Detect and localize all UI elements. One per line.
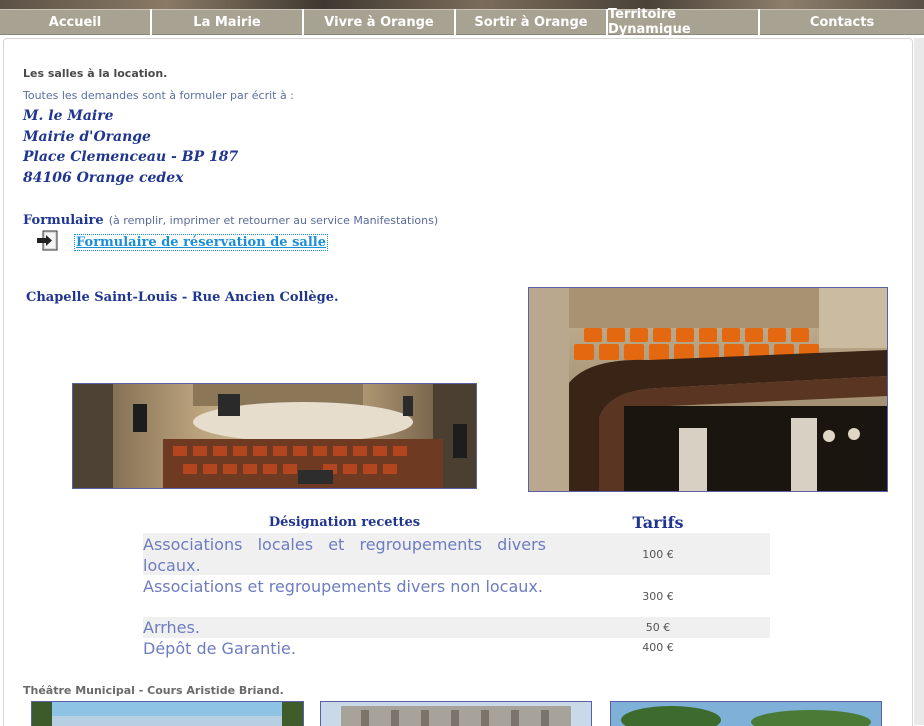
page-edge-shadow xyxy=(914,38,924,725)
intro-heading: Les salles à la location. xyxy=(23,67,168,80)
intro-subheading: Toutes les demandes sont à formuler par … xyxy=(23,89,294,102)
nav-item-territoire-dynamique[interactable]: Territoire Dynamique xyxy=(608,7,758,37)
theatre-photo-3 xyxy=(610,701,882,726)
chapelle-stage-photo xyxy=(72,383,477,489)
nav-item-vivre-a-orange[interactable]: Vivre à Orange xyxy=(304,9,454,35)
nav-item-la-mairie[interactable]: La Mairie xyxy=(152,9,302,35)
mayor-address: M. le Maire Mairie d'Orange Place Clemen… xyxy=(23,106,238,188)
address-line-2: Mairie d'Orange xyxy=(23,128,151,145)
address-line-3: Place Clemenceau - BP 187 xyxy=(23,149,239,165)
nav-item-contacts[interactable]: Contacts xyxy=(760,9,924,35)
nav-item-accueil[interactable]: Accueil xyxy=(0,9,150,35)
address-line-4: 84106 Orange cedex xyxy=(23,169,184,186)
form-title: Formulaire xyxy=(23,213,104,228)
form-section-heading: Formulaire (à remplir, imprimer et retou… xyxy=(23,209,438,228)
theatre-photo-1 xyxy=(31,701,304,726)
chapelle-balcony-photo xyxy=(528,287,888,492)
form-note: (à remplir, imprimer et retourner au ser… xyxy=(108,214,439,227)
table-row: Associations et regroupements divers non… xyxy=(143,575,770,617)
table-header-tarifs: Tarifs xyxy=(632,513,684,532)
address-line-1: M. le Maire xyxy=(23,108,114,124)
nav-item-sortir-a-orange[interactable]: Sortir à Orange xyxy=(456,9,606,35)
theatre-title: Théâtre Municipal - Cours Aristide Brian… xyxy=(23,684,284,697)
reservation-form-link[interactable]: Formulaire de réservation de salle xyxy=(74,234,328,251)
table-header-designation: Désignation recettes xyxy=(268,515,421,530)
theatre-photo-2 xyxy=(320,701,592,726)
designation-cell: Arrhes. xyxy=(143,618,200,637)
price-cell: 50 € xyxy=(645,621,671,634)
price-cell: 100 € xyxy=(642,548,674,561)
price-cell: 300 € xyxy=(642,590,674,603)
price-cell: 400 € xyxy=(642,641,674,654)
header-banner-strip xyxy=(0,0,924,9)
table-row: Arrhes. 50 € xyxy=(143,617,770,638)
main-navigation: Accueil La Mairie Vivre à Orange Sortir … xyxy=(0,7,924,37)
designation-cell: Associations locales et regroupements di… xyxy=(143,535,546,575)
designation-cell: Associations et regroupements divers non… xyxy=(143,577,543,596)
reservation-form-link-wrapper: Formulaire de réservation de salle xyxy=(74,231,328,251)
table-row: Associations locales et regroupements di… xyxy=(143,533,770,575)
designation-cell: Dépôt de Garantie. xyxy=(143,639,296,658)
chapelle-title: Chapelle Saint-Louis - Rue Ancien Collèg… xyxy=(26,290,339,305)
document-arrow-icon[interactable] xyxy=(35,229,61,253)
table-row: Dépôt de Garantie. 400 € xyxy=(143,638,770,659)
